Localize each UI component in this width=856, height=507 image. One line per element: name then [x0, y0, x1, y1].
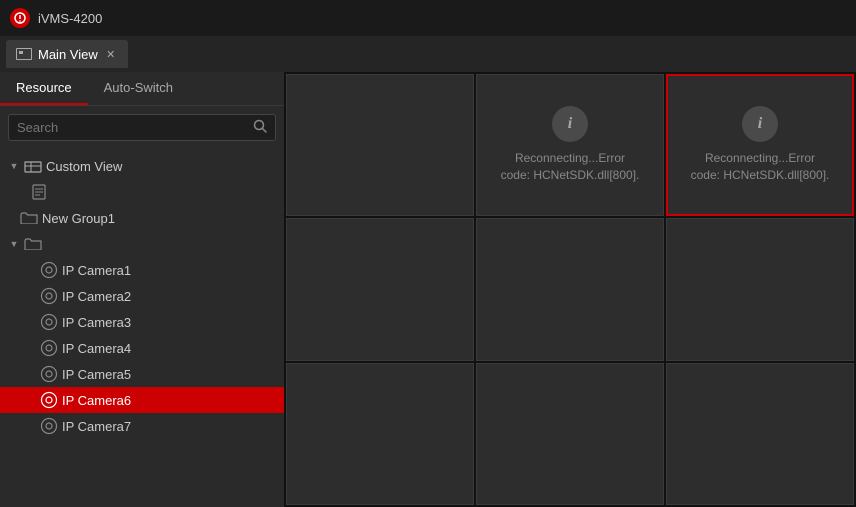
tree: ▼ Custom View — [0, 149, 284, 507]
search-icon — [253, 119, 267, 136]
sidebar-tab-auto-switch[interactable]: Auto-Switch — [88, 72, 189, 105]
new-group1-label: New Group1 — [42, 211, 115, 226]
camera-label: IP Camera5 — [62, 367, 131, 382]
camera-label: IP Camera2 — [62, 289, 131, 304]
custom-view-label: Custom View — [46, 159, 122, 174]
error-text: Reconnecting...Errorcode: HCNetSDK.dll[8… — [691, 150, 830, 184]
camera-tree-item-5[interactable]: IP Camera5 — [0, 361, 284, 387]
sidebar-tab-resource[interactable]: Resource — [0, 72, 88, 105]
search-container — [8, 114, 276, 141]
camera-icon — [40, 391, 58, 409]
camera-tree-item-6[interactable]: IP Camera6 — [0, 387, 284, 413]
camera-label: IP Camera3 — [62, 315, 131, 330]
title-bar: iVMS-4200 — [0, 0, 856, 36]
folder-icon — [20, 212, 38, 224]
camera-label: IP Camera4 — [62, 341, 131, 356]
sidebar: Resource Auto-Switch ▼ — [0, 72, 284, 507]
camera-cell-3[interactable]: i Reconnecting...Errorcode: HCNetSDK.dll… — [666, 74, 854, 216]
chevron-right-icon: ▼ — [8, 238, 20, 250]
tree-root-folder[interactable]: ▼ — [0, 231, 284, 257]
chevron-down-icon: ▼ — [8, 160, 20, 172]
tab-bar: Main View ✕ — [0, 36, 856, 72]
camera-cell-4[interactable] — [286, 218, 474, 360]
camera-tree-item-1[interactable]: IP Camera1 — [0, 257, 284, 283]
search-bar — [0, 106, 284, 149]
tab-icon — [16, 48, 32, 60]
main-view-tab-label: Main View — [38, 47, 98, 62]
app-title: iVMS-4200 — [38, 11, 102, 26]
camera-grid: i Reconnecting...Errorcode: HCNetSDK.dll… — [284, 72, 856, 507]
camera-cell-7[interactable] — [286, 363, 474, 505]
camera-label: IP Camera6 — [62, 393, 131, 408]
tree-custom-view[interactable]: ▼ Custom View — [0, 153, 284, 179]
camera-cell-1[interactable] — [286, 74, 474, 216]
info-icon: i — [552, 106, 588, 142]
camera-cell-9[interactable] — [666, 363, 854, 505]
camera-icon — [40, 261, 58, 279]
main-view-tab[interactable]: Main View ✕ — [6, 40, 128, 68]
camera-tree-item-7[interactable]: IP Camera7 — [0, 413, 284, 439]
camera-cell-8[interactable] — [476, 363, 664, 505]
error-text: Reconnecting...Errorcode: HCNetSDK.dll[8… — [501, 150, 640, 184]
camera-cell-2[interactable]: i Reconnecting...Errorcode: HCNetSDK.dll… — [476, 74, 664, 216]
camera-icon — [40, 365, 58, 383]
camera-cell-5[interactable] — [476, 218, 664, 360]
camera-label: IP Camera1 — [62, 263, 131, 278]
info-icon: i — [742, 106, 778, 142]
file-icon — [32, 184, 46, 200]
sidebar-tabs: Resource Auto-Switch — [0, 72, 284, 106]
camera-icon — [40, 339, 58, 357]
camera-icon — [40, 417, 58, 435]
root-folder-icon — [24, 238, 42, 250]
tree-new-group1[interactable]: New Group1 — [0, 205, 284, 231]
camera-cell-6[interactable] — [666, 218, 854, 360]
camera-tree-item-4[interactable]: IP Camera4 — [0, 335, 284, 361]
camera-icon — [40, 313, 58, 331]
search-input[interactable] — [17, 120, 247, 135]
camera-icon — [40, 287, 58, 305]
tab-close-button[interactable]: ✕ — [104, 47, 118, 61]
camera-tree-item-3[interactable]: IP Camera3 — [0, 309, 284, 335]
camera-label: IP Camera7 — [62, 419, 131, 434]
tree-file-item[interactable] — [0, 179, 284, 205]
custom-view-icon — [24, 159, 42, 173]
camera-list: IP Camera1 IP Camera2 IP Camera3 IP Came… — [0, 257, 284, 439]
camera-tree-item-2[interactable]: IP Camera2 — [0, 283, 284, 309]
app-icon — [10, 8, 30, 28]
main-content: Resource Auto-Switch ▼ — [0, 72, 856, 507]
